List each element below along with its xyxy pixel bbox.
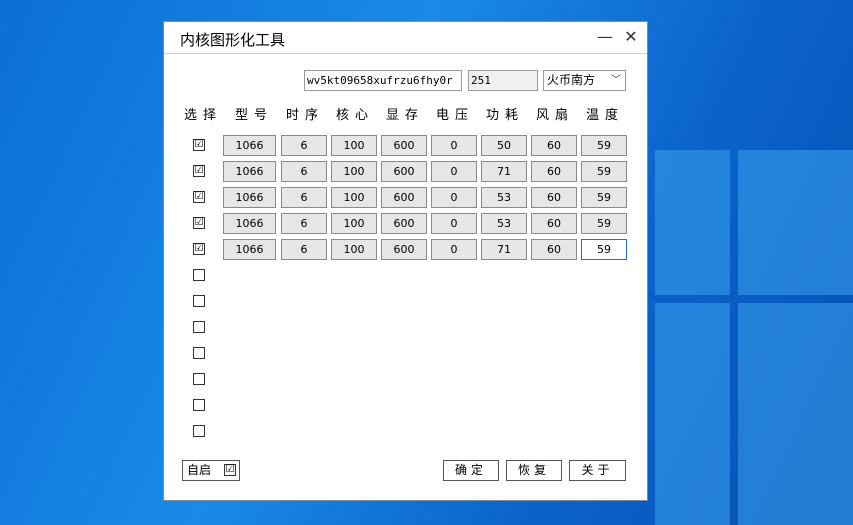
row-select-checkbox[interactable]: ☑ [193,191,205,203]
row-select-checkbox[interactable]: ☑ [193,139,205,151]
table-cell-电压[interactable]: 0 [431,213,477,234]
desktop-pane [738,303,853,525]
about-button[interactable]: 关于 [569,460,626,481]
desktop-pane [655,303,730,525]
row-select-checkbox[interactable] [193,321,205,333]
table-cell-温度[interactable]: 59 [581,213,627,234]
table-cell-温度[interactable]: 59 [581,135,627,156]
column-header: 显存 [386,108,425,123]
row-select-checkbox[interactable] [193,373,205,385]
desktop-pane [655,150,730,295]
confirm-button[interactable]: 确定 [443,460,499,481]
table-cell-显存[interactable]: 600 [381,135,427,156]
autostart-check-icon: ☑ [224,464,236,476]
table-cell-温度[interactable]: 59 [581,239,627,260]
column-header: 选择 [184,108,223,123]
table-cell-温度[interactable]: 59 [581,161,627,182]
column-header: 时序 [286,108,325,123]
column-header: 电压 [436,108,475,123]
row-select-checkbox[interactable] [193,269,205,281]
restore-button[interactable]: 恢复 [506,460,562,481]
close-icon[interactable]: ✕ [618,25,644,49]
row-select-checkbox[interactable]: ☑ [193,243,205,255]
table-cell-电压[interactable]: 0 [431,187,477,208]
table-cell-显存[interactable]: 600 [381,213,427,234]
table-cell-显存[interactable]: 600 [381,187,427,208]
table-cell-电压[interactable]: 0 [431,135,477,156]
table-cell-风扇[interactable]: 60 [531,135,577,156]
row-select-checkbox[interactable] [193,295,205,307]
number-input[interactable]: 251 [468,70,538,91]
app-window: 内核图形化工具 — ✕ wv5kt09658xufrzu6fhy0r 251 火… [163,21,648,501]
minimize-icon[interactable]: — [592,25,618,49]
preset-select[interactable]: 火币南方 ﹀ [543,70,626,91]
table-cell-核心[interactable]: 100 [331,135,377,156]
table-cell-风扇[interactable]: 60 [531,213,577,234]
table-cell-功耗[interactable]: 53 [481,213,527,234]
autostart-checkbox[interactable]: 自启 ☑ [182,460,240,481]
table-cell-电压[interactable]: 0 [431,161,477,182]
table-cell-型号[interactable]: 1066 [223,135,276,156]
table-cell-型号[interactable]: 1066 [223,239,276,260]
table-cell-风扇[interactable]: 60 [531,161,577,182]
table-cell-显存[interactable]: 600 [381,161,427,182]
table-cell-核心[interactable]: 100 [331,213,377,234]
column-header: 功耗 [486,108,525,123]
table-cell-功耗[interactable]: 53 [481,187,527,208]
table-cell-型号[interactable]: 1066 [223,213,276,234]
row-select-checkbox[interactable]: ☑ [193,165,205,177]
table-cell-时序[interactable]: 6 [281,161,327,182]
table-cell-核心[interactable]: 100 [331,161,377,182]
table-cell-时序[interactable]: 6 [281,213,327,234]
table-cell-型号[interactable]: 1066 [223,161,276,182]
table-cell-时序[interactable]: 6 [281,135,327,156]
table-cell-核心[interactable]: 100 [331,239,377,260]
row-select-checkbox[interactable] [193,399,205,411]
table-cell-电压[interactable]: 0 [431,239,477,260]
column-header: 核心 [336,108,375,123]
column-header: 型号 [235,108,274,123]
window-title: 内核图形化工具 [180,31,286,49]
row-select-checkbox[interactable] [193,425,205,437]
table-cell-功耗[interactable]: 71 [481,161,527,182]
autostart-label: 自启 [187,463,212,477]
table-cell-功耗[interactable]: 50 [481,135,527,156]
title-bar: 内核图形化工具 — ✕ [164,22,647,54]
column-header: 温度 [586,108,625,123]
table-cell-温度[interactable]: 59 [581,187,627,208]
desktop-pane [738,150,853,295]
row-select-checkbox[interactable]: ☑ [193,217,205,229]
preset-select-value: 火币南方 [547,73,596,87]
column-header: 风扇 [536,108,575,123]
table-cell-型号[interactable]: 1066 [223,187,276,208]
table-cell-显存[interactable]: 600 [381,239,427,260]
table-cell-功耗[interactable]: 71 [481,239,527,260]
table-cell-核心[interactable]: 100 [331,187,377,208]
table-cell-时序[interactable]: 6 [281,187,327,208]
chevron-down-icon: ﹀ [611,75,621,86]
row-select-checkbox[interactable] [193,347,205,359]
table-cell-时序[interactable]: 6 [281,239,327,260]
table-cell-风扇[interactable]: 60 [531,239,577,260]
serial-input[interactable]: wv5kt09658xufrzu6fhy0r [304,70,462,91]
table-cell-风扇[interactable]: 60 [531,187,577,208]
